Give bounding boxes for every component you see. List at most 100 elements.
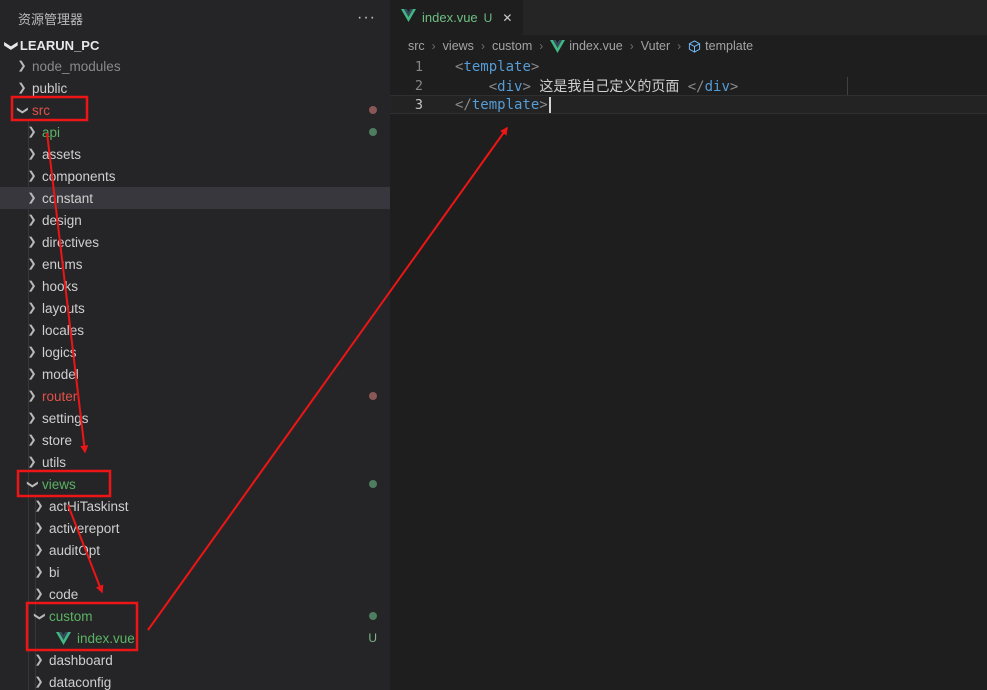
breadcrumb-item-Vuter[interactable]: Vuter: [641, 39, 670, 53]
tree-item-dashboard[interactable]: ❯dashboard: [0, 649, 390, 671]
tree-item-layouts[interactable]: ❯layouts: [0, 297, 390, 319]
tree-item-label: index.vue: [77, 631, 135, 646]
tree-item-auditOpt[interactable]: ❯auditOpt: [0, 539, 390, 561]
tree-item-actHiTaskinst[interactable]: ❯actHiTaskinst: [0, 495, 390, 517]
explorer-sidebar: 资源管理器 ··· ❯ LEARUN_PC ❯node_modules❯publ…: [0, 0, 390, 690]
breadcrumb-label: index.vue: [569, 39, 623, 53]
breadcrumb-label: src: [408, 39, 425, 53]
tree-item-locales[interactable]: ❯locales: [0, 319, 390, 341]
tree-item-hooks[interactable]: ❯hooks: [0, 275, 390, 297]
file-tree: ❯node_modules❯public❯src❯api❯assets❯comp…: [0, 55, 390, 690]
tab-label: index.vue: [422, 10, 478, 25]
tree-item-utils[interactable]: ❯utils: [0, 451, 390, 473]
tree-item-label: utils: [42, 455, 66, 470]
breadcrumb-item-views[interactable]: views: [443, 39, 474, 53]
status-dot-green: [369, 480, 377, 488]
tree-item-label: settings: [42, 411, 89, 426]
tree-item-code[interactable]: ❯code: [0, 583, 390, 605]
tree-item-model[interactable]: ❯model: [0, 363, 390, 385]
tree-item-label: dataconfig: [49, 675, 111, 690]
tree-item-bi[interactable]: ❯bi: [0, 561, 390, 583]
breadcrumb-label: custom: [492, 39, 532, 53]
tree-item-label: views: [42, 477, 76, 492]
chevron-right-icon: ❯: [24, 391, 40, 402]
chevron-right-icon: ❯: [24, 237, 40, 248]
tree-item-design[interactable]: ❯design: [0, 209, 390, 231]
tree-item-activereport[interactable]: ❯activereport: [0, 517, 390, 539]
tree-item-label: components: [42, 169, 116, 184]
tree-item-label: activereport: [49, 521, 120, 536]
tree-item-api[interactable]: ❯api: [0, 121, 390, 143]
code-editor[interactable]: 1<template> 2 <div> 这是我自己定义的页面 </div>3 </ t…: [390, 57, 987, 114]
chevron-right-icon: ›: [432, 39, 436, 53]
tree-item-label: constant: [42, 191, 93, 206]
breadcrumb-item-src[interactable]: src: [408, 39, 425, 53]
tree-item-store[interactable]: ❯store: [0, 429, 390, 451]
tree-item-components[interactable]: ❯components: [0, 165, 390, 187]
breadcrumb-item-index.vue[interactable]: index.vue: [550, 39, 623, 53]
tree-item-router[interactable]: ❯router: [0, 385, 390, 407]
code-token: </: [455, 97, 472, 113]
tree-item-dataconfig[interactable]: ❯dataconfig: [0, 671, 390, 690]
tree-item-label: enums: [42, 257, 83, 272]
more-actions-icon[interactable]: ···: [357, 9, 376, 27]
chevron-right-icon: ❯: [24, 259, 40, 270]
tree-item-label: auditOpt: [49, 543, 100, 558]
tree-item-label: design: [42, 213, 82, 228]
code-text: <template>: [434, 59, 539, 75]
tree-item-assets[interactable]: ❯assets: [0, 143, 390, 165]
code-token: [455, 79, 489, 95]
chevron-right-icon: ❯: [14, 61, 30, 72]
tree-item-label: actHiTaskinst: [49, 499, 129, 514]
chevron-right-icon: ❯: [24, 413, 40, 424]
chevron-right-icon: ❯: [31, 545, 47, 556]
chevron-right-icon: ❯: [24, 369, 40, 380]
breadcrumb-item-template[interactable]: template: [688, 39, 753, 53]
tab-index-vue[interactable]: index.vue U ✕: [390, 0, 523, 35]
chevron-right-icon: ❯: [24, 193, 40, 204]
tree-item-directives[interactable]: ❯directives: [0, 231, 390, 253]
code-text: <div> 这是我自己定义的页面 </div>: [434, 76, 738, 96]
vue-icon: [550, 40, 565, 53]
git-untracked-badge: U: [484, 11, 493, 25]
tree-item-views[interactable]: ❯views: [0, 473, 390, 495]
tab-file-icon-slot: [401, 9, 422, 27]
tree-item-logics[interactable]: ❯logics: [0, 341, 390, 363]
chevron-right-icon: ❯: [14, 83, 30, 94]
tree-item-label: hooks: [42, 279, 78, 294]
chevron-right-icon: ›: [481, 39, 485, 53]
chevron-right-icon: ❯: [24, 457, 40, 468]
tree-item-node_modules[interactable]: ❯node_modules: [0, 55, 390, 77]
breadcrumb-item-custom[interactable]: custom: [492, 39, 532, 53]
line-number: 2: [390, 78, 434, 94]
tree-item-public[interactable]: ❯public: [0, 77, 390, 99]
chevron-right-icon: ❯: [24, 325, 40, 336]
chevron-right-icon: ❯: [24, 149, 40, 160]
tree-item-label: layouts: [42, 301, 85, 316]
editor-group: index.vue U ✕ src›views›custom› index.vu…: [390, 0, 987, 690]
code-line: 1<template>: [390, 57, 987, 76]
explorer-title: 资源管理器: [18, 9, 357, 28]
tree-item-label: custom: [49, 609, 93, 624]
row-decorations: [369, 480, 377, 488]
line-number: 3: [390, 97, 434, 113]
tree-item-label: src: [32, 103, 50, 118]
tree-item-index.vue[interactable]: ❯ index.vueU: [0, 627, 390, 649]
project-root-row[interactable]: ❯ LEARUN_PC: [0, 36, 390, 55]
code-token: template: [463, 59, 530, 75]
code-token: div: [497, 79, 522, 95]
tree-item-src[interactable]: ❯ src: [0, 99, 390, 121]
breadcrumb-label: Vuter: [641, 39, 670, 53]
code-token: >: [531, 59, 539, 75]
tree-item-constant[interactable]: ❯constant: [0, 187, 390, 209]
breadcrumb-label: template: [705, 39, 753, 53]
tree-item-enums[interactable]: ❯enums: [0, 253, 390, 275]
close-icon[interactable]: ✕: [502, 11, 512, 25]
row-decorations: U: [368, 631, 377, 645]
tree-item-settings[interactable]: ❯settings: [0, 407, 390, 429]
tree-item-custom[interactable]: ❯custom: [0, 605, 390, 627]
chevron-right-icon: ❯: [24, 215, 40, 226]
status-dot-red: [369, 106, 377, 114]
chevron-down-icon: ❯: [17, 102, 28, 118]
chevron-right-icon: ❯: [24, 347, 40, 358]
